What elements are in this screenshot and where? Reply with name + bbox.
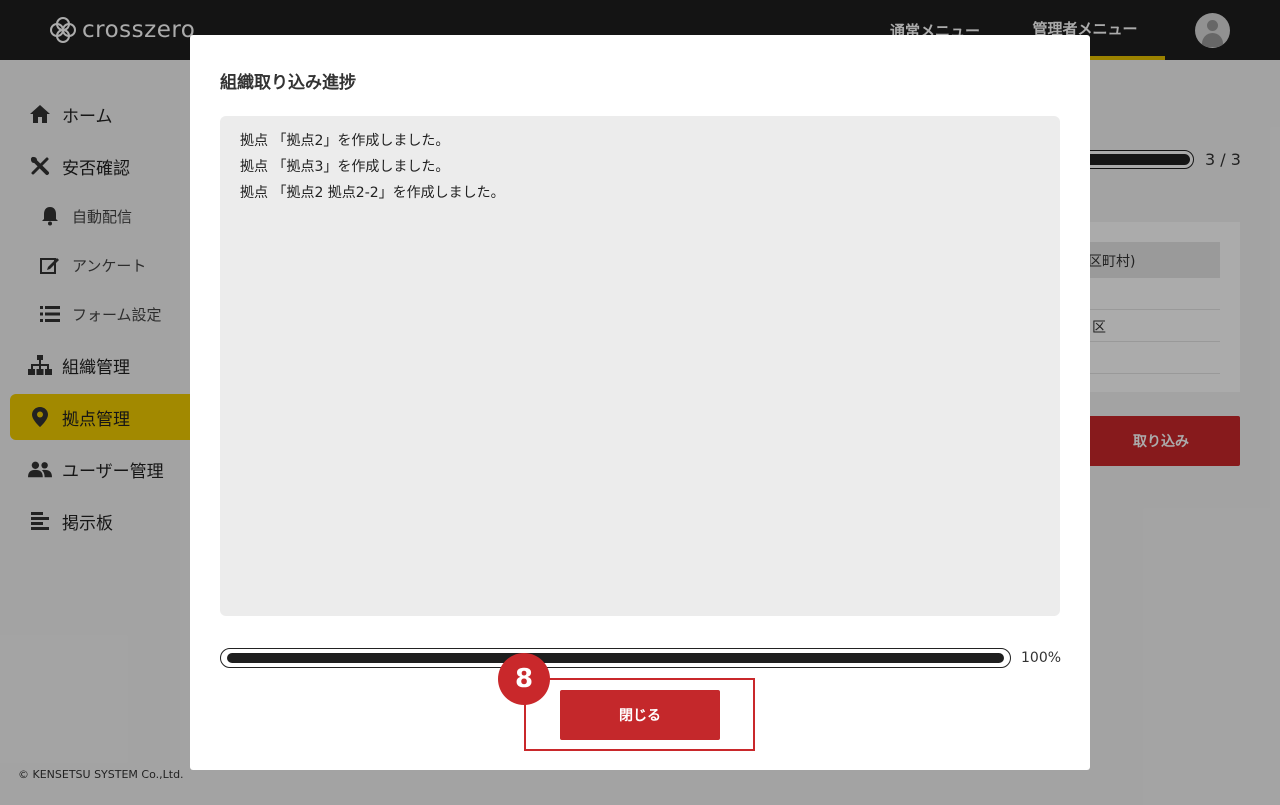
log-line: 拠点 「拠点2」を作成しました。 xyxy=(240,133,450,149)
progress-fill xyxy=(227,653,1004,663)
progress-percent: 100% xyxy=(1021,650,1062,666)
log-line: 拠点 「拠点2 拠点2-2」を作成しました。 xyxy=(240,185,505,201)
modal-title: 組織取り込み進捗 xyxy=(220,73,356,93)
close-button[interactable]: 閉じる xyxy=(560,690,720,740)
log-line: 拠点 「拠点3」を作成しました。 xyxy=(240,159,450,175)
import-progress-bar xyxy=(220,648,1011,668)
import-progress-modal: 組織取り込み進捗 拠点 「拠点2」を作成しました。 拠点 「拠点3」を作成しまし… xyxy=(190,35,1090,770)
import-log: 拠点 「拠点2」を作成しました。 拠点 「拠点3」を作成しました。 拠点 「拠点… xyxy=(220,116,1060,616)
step-number-badge: 8 xyxy=(498,653,550,705)
